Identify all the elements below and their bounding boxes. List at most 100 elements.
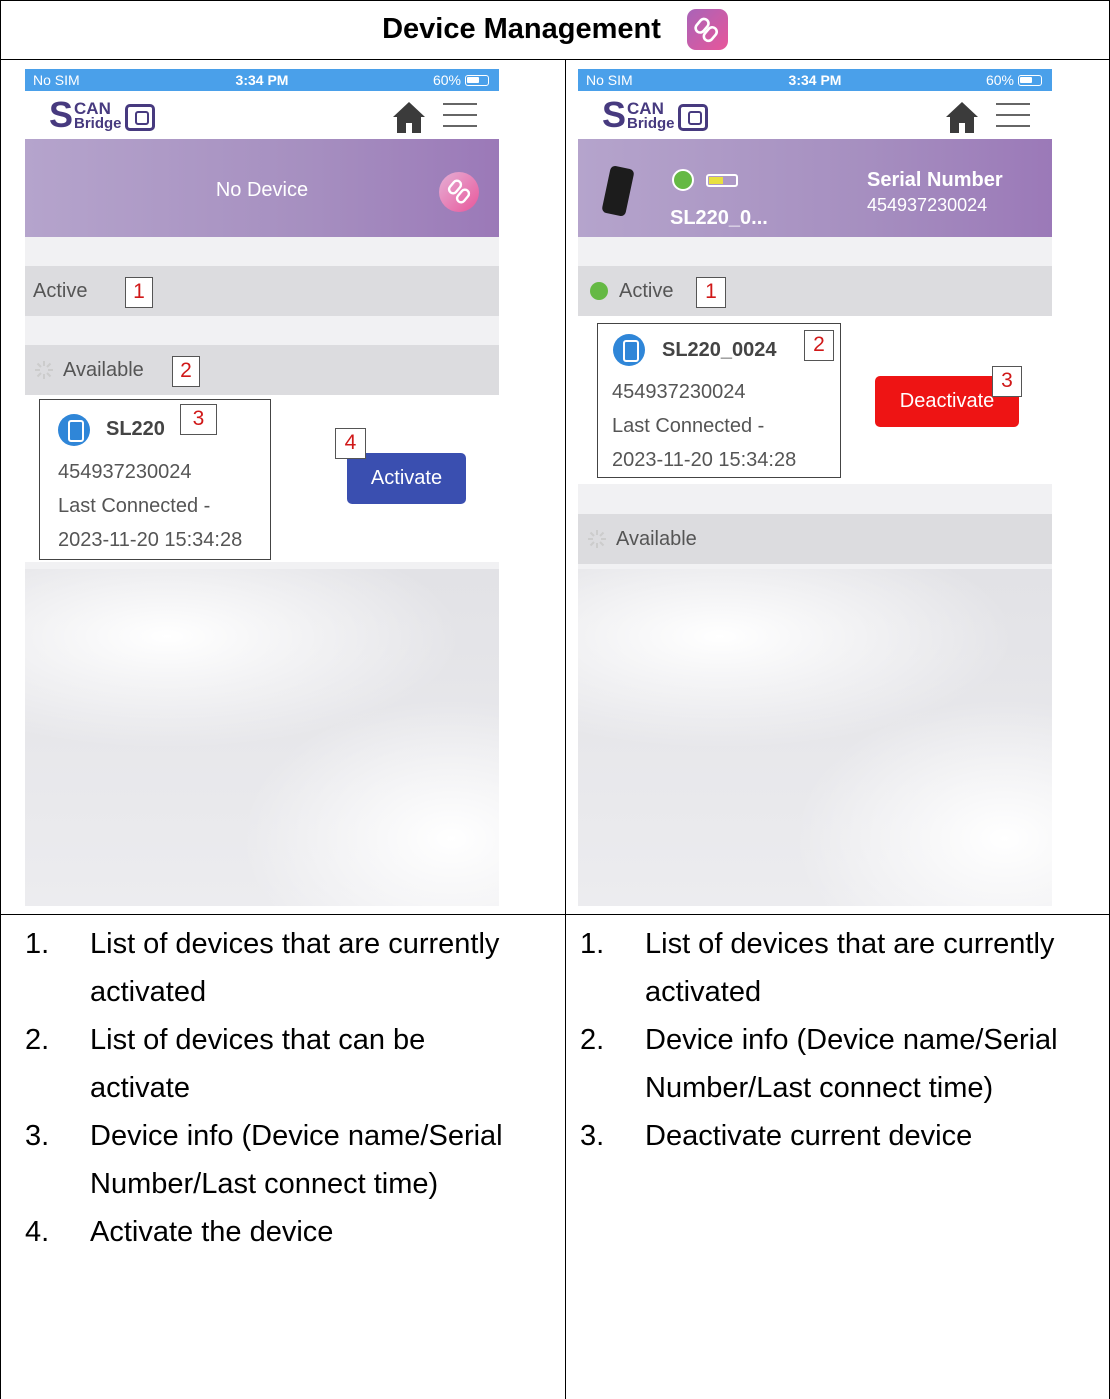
annotation-marker-3: 3 (992, 366, 1022, 397)
note-text: Deactivate current device (645, 1120, 973, 1152)
note-number: 1. (25, 928, 50, 960)
activate-button[interactable]: Activate (347, 453, 466, 504)
clock-text: 3:34 PM (235, 72, 289, 88)
note-number: 2. (25, 1024, 50, 1056)
home-icon[interactable] (944, 100, 980, 134)
note-text: Activate the device (90, 1216, 334, 1248)
battery-icon (465, 74, 489, 86)
note-number: 4. (25, 1216, 50, 1248)
active-status-icon (590, 282, 608, 300)
annotation-marker-4: 4 (335, 428, 366, 459)
left-notes-list: 1. List of devices that are currently acti… (25, 920, 555, 1256)
status-bar: No SIM 3:34 PM 60% (578, 69, 1052, 91)
active-label: Active (619, 280, 674, 302)
note-text: List of devices that can be (90, 1024, 426, 1056)
note-text: Device info (Device name/Serial (90, 1120, 503, 1152)
note-item: 2. Device info (Device name/Serial Number/… (580, 1016, 1105, 1112)
right-notes-list: 1. List of devices that are currently acti… (580, 920, 1105, 1160)
annotation-marker-2: 2 (804, 330, 834, 361)
battery-icon (1018, 74, 1042, 86)
annotation-marker-1: 1 (696, 277, 726, 308)
device-header: SL220_0... Serial Number 454937230024 (578, 139, 1052, 237)
logo-bridge: Bridge (74, 115, 122, 132)
logo-box-icon (124, 104, 155, 131)
page-title: Device Management (382, 13, 661, 45)
battery-percent: 60% (985, 72, 1014, 88)
loading-spinner-icon (588, 530, 606, 548)
table-border-left (0, 0, 1, 1399)
note-text: activated (90, 976, 207, 1008)
device-name: SL220 (106, 418, 165, 440)
annotation-marker-2: 2 (172, 356, 200, 387)
logo-can: CAN (74, 99, 111, 118)
loading-spinner-icon (35, 361, 53, 379)
note-item: 1. List of devices that are currently acti… (25, 920, 555, 1016)
device-info-card[interactable]: SL220 454937230024 Last Connected - 2023… (39, 399, 271, 560)
link-icon[interactable] (439, 172, 479, 212)
battery-status: 60% (433, 72, 489, 88)
logo-can: CAN (627, 99, 664, 118)
usb-device-icon (58, 414, 90, 446)
right-phone-screenshot: No SIM 3:34 PM 60% S CAN Bridge SL220_0..… (578, 69, 1052, 906)
note-text: List of devices that are currently (645, 928, 1055, 960)
device-serial: 454937230024 (612, 381, 746, 403)
background-decoration (578, 569, 1052, 906)
device-name: SL220_0024 (662, 339, 777, 361)
note-number: 3. (580, 1120, 605, 1152)
note-text: Number/Last connect time) (645, 1072, 994, 1104)
note-number: 2. (580, 1024, 605, 1056)
usb-device-icon (613, 334, 645, 366)
active-section: Active (25, 266, 499, 316)
device-header: No Device (25, 139, 499, 237)
hamburger-menu-icon[interactable] (443, 103, 477, 129)
note-item: 1. List of devices that are currently acti… (580, 920, 1105, 1016)
last-connected-time: 2023-11-20 15:34:28 (612, 449, 797, 471)
available-section: Available (25, 345, 499, 395)
active-label: Active (33, 280, 88, 302)
annotation-marker-3: 3 (180, 404, 217, 435)
serial-number-label: Serial Number (867, 169, 1003, 191)
last-connected-label: Last Connected - (612, 415, 765, 437)
device-serial: 454937230024 (58, 461, 192, 483)
left-phone-screenshot: No SIM 3:34 PM 60% S CAN Bridge No Device… (25, 69, 499, 906)
note-item: 3. Device info (Device name/Serial Number/… (25, 1112, 555, 1208)
header-device-name: SL220_0... (670, 207, 768, 229)
link-icon (686, 9, 728, 50)
annotation-marker-1: 1 (125, 277, 153, 308)
no-device-text: No Device (215, 179, 309, 201)
device-battery-icon (706, 174, 738, 187)
scanbridge-logo: S CAN Bridge (49, 94, 155, 135)
logo-box-icon (677, 104, 708, 131)
serial-number-value: 454937230024 (867, 195, 988, 215)
note-item: 4. Activate the device (25, 1208, 555, 1256)
available-label: Available (63, 359, 144, 381)
app-bar: S CAN Bridge (578, 91, 1052, 139)
last-connected-label: Last Connected - (58, 495, 211, 517)
table-row-divider (0, 914, 1110, 915)
note-item: 2. List of devices that can be activate (25, 1016, 555, 1112)
logo-s: S (49, 94, 74, 135)
scanbridge-logo: S CAN Bridge (602, 94, 708, 135)
table-column-divider (565, 59, 566, 1399)
available-label: Available (616, 528, 697, 550)
note-text: activated (645, 976, 762, 1008)
connection-status-icon (672, 169, 694, 191)
battery-percent: 60% (432, 72, 461, 88)
note-text: Number/Last connect time) (90, 1168, 439, 1200)
status-bar: No SIM 3:34 PM 60% (25, 69, 499, 91)
hamburger-menu-icon[interactable] (996, 103, 1030, 129)
note-text: List of devices that are currently (90, 928, 500, 960)
logo-s: S (602, 94, 627, 135)
available-section: Available (578, 514, 1052, 564)
note-text: Device info (Device name/Serial (645, 1024, 1058, 1056)
logo-bridge: Bridge (627, 115, 675, 132)
scanner-device-icon (601, 165, 635, 217)
note-text: activate (90, 1072, 190, 1104)
document-table: Device Management No SIM 3:34 PM 60% S C… (0, 0, 1110, 1399)
last-connected-time: 2023-11-20 15:34:28 (58, 529, 243, 551)
battery-status: 60% (986, 72, 1042, 88)
home-icon[interactable] (391, 100, 427, 134)
table-title-divider (0, 59, 1110, 60)
note-item: 3. Deactivate current device (580, 1112, 1105, 1160)
app-bar: S CAN Bridge (25, 91, 499, 139)
